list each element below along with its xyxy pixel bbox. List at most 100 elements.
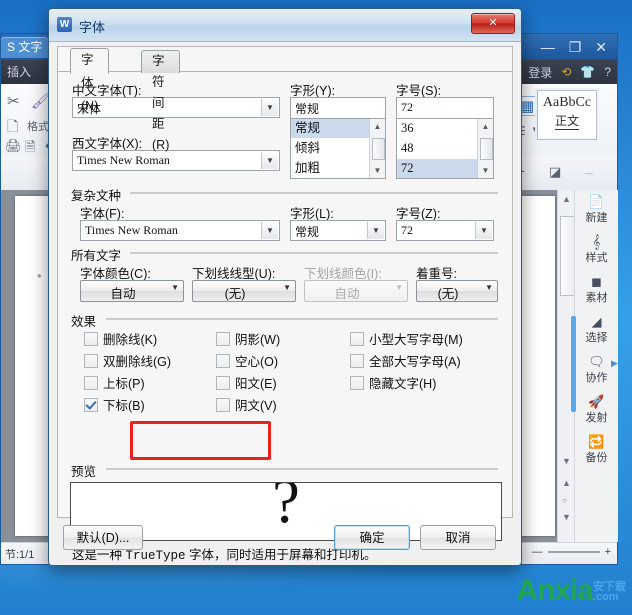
cut-icon[interactable]: ✂ bbox=[7, 92, 20, 110]
font-style-listbox[interactable]: 常规 倾斜 加粗 ▲ ▼ bbox=[290, 118, 386, 179]
zoom-out-icon[interactable]: — bbox=[532, 546, 543, 558]
checkbox-box[interactable] bbox=[216, 376, 230, 390]
scroll-up-icon[interactable]: ▲ bbox=[373, 122, 382, 131]
checkbox-label: 全部大写字母(A) bbox=[369, 355, 461, 369]
checkbox-subscript[interactable]: 下标(B) bbox=[84, 395, 145, 414]
list-item[interactable]: 36 bbox=[397, 119, 478, 138]
listbox-scrollbar[interactable]: ▲ ▼ bbox=[369, 119, 385, 178]
menu-item-insert[interactable]: 插入 bbox=[7, 63, 31, 81]
checkbox-hidden-text[interactable]: 隐藏文字(H) bbox=[350, 373, 436, 392]
tab-character-spacing[interactable]: 字符间距(R) bbox=[141, 50, 180, 73]
chevron-down-icon[interactable]: ▼ bbox=[475, 222, 492, 239]
scroll-down-icon[interactable]: ▼ bbox=[562, 456, 571, 466]
checkbox-box[interactable] bbox=[216, 332, 230, 346]
checkbox-superscript[interactable]: 上标(P) bbox=[84, 373, 145, 392]
scroll-down-icon[interactable]: ▼ bbox=[481, 166, 490, 175]
task-pane-item-select[interactable]: ◢ 选择 bbox=[575, 314, 618, 345]
checkbox-box[interactable] bbox=[84, 354, 98, 368]
task-pane-label: 样式 bbox=[586, 252, 608, 264]
scroll-up-icon[interactable]: ▲ bbox=[481, 122, 490, 131]
checkbox-emboss[interactable]: 阳文(E) bbox=[216, 373, 277, 392]
zoom-slider[interactable] bbox=[548, 551, 600, 553]
chevron-down-icon[interactable]: ▼ bbox=[261, 152, 278, 169]
next-page-icon[interactable]: ▼ bbox=[562, 512, 571, 522]
default-button[interactable]: 默认(D)... bbox=[63, 525, 143, 550]
task-pane-item-collaborate[interactable]: 🗨 协作 bbox=[575, 354, 618, 385]
font-size-listbox[interactable]: 36 48 72 ▲ ▼ bbox=[396, 118, 494, 179]
refresh-icon[interactable]: ⟲ bbox=[561, 65, 571, 79]
task-pane-item-new[interactable]: 📄 新建 bbox=[575, 194, 618, 225]
scroll-down-icon[interactable]: ▼ bbox=[373, 166, 382, 175]
zoom-in-icon[interactable]: + bbox=[605, 546, 611, 558]
checkbox-engrave[interactable]: 阴文(V) bbox=[216, 395, 277, 414]
cs-font-combo[interactable]: Times New Roman ▼ bbox=[80, 220, 280, 241]
checkbox-box[interactable] bbox=[84, 376, 98, 390]
emphasis-mark-combo[interactable]: (无) ▼ bbox=[416, 280, 498, 302]
list-item[interactable]: 72 bbox=[397, 159, 478, 178]
chevron-down-icon[interactable]: ▼ bbox=[261, 222, 278, 239]
checkbox-box[interactable] bbox=[216, 398, 230, 412]
select-browse-object-icon[interactable]: ○ bbox=[562, 496, 567, 505]
close-icon[interactable]: ✕ bbox=[595, 39, 607, 56]
underline-style-combo[interactable]: (无) ▼ bbox=[192, 280, 296, 302]
chevron-down-icon[interactable]: ▼ bbox=[171, 283, 179, 292]
checkbox-outline[interactable]: 空心(O) bbox=[216, 351, 278, 370]
checkbox-box[interactable] bbox=[216, 354, 230, 368]
scrollbar-thumb[interactable] bbox=[480, 138, 493, 160]
list-item[interactable]: 加粗 bbox=[291, 159, 370, 178]
cs-size-combo[interactable]: 72 ▼ bbox=[396, 220, 494, 241]
checkbox-small-caps[interactable]: 小型大写字母(M) bbox=[350, 329, 463, 348]
scrollbar-thumb[interactable] bbox=[560, 216, 575, 296]
task-pane-item-styles[interactable]: 𝄞 样式 bbox=[575, 234, 618, 265]
chinese-font-combo[interactable]: 宋体 ▼ bbox=[72, 97, 280, 118]
font-size-input[interactable]: 72 bbox=[396, 97, 494, 118]
launch-icon: 🚀 bbox=[575, 394, 618, 409]
styles-icon: 𝄞 bbox=[575, 234, 618, 249]
listbox-scrollbar[interactable]: ▲ ▼ bbox=[477, 119, 493, 178]
font-style-input[interactable]: 常规 bbox=[290, 97, 386, 118]
font-color-combo[interactable]: 自动 ▼ bbox=[80, 280, 184, 302]
checkbox-box[interactable] bbox=[350, 332, 364, 346]
ok-button[interactable]: 确定 bbox=[334, 525, 410, 550]
checkbox-shadow[interactable]: 阴影(W) bbox=[216, 329, 280, 348]
checkbox-strikethrough[interactable]: 删除线(K) bbox=[84, 329, 157, 348]
task-pane-item-materials[interactable]: ◼ 素材 bbox=[575, 274, 618, 305]
chevron-down-icon[interactable]: ▼ bbox=[367, 222, 384, 239]
chevron-down-icon[interactable]: ▼ bbox=[485, 283, 493, 292]
task-pane-item-launch[interactable]: 🚀 发射 bbox=[575, 394, 618, 425]
list-item[interactable]: 倾斜 bbox=[291, 139, 370, 158]
minimize-icon[interactable]: — bbox=[541, 39, 555, 55]
list-item[interactable]: 常规 bbox=[291, 119, 370, 138]
checkbox-double-strikethrough[interactable]: 双删除线(G) bbox=[84, 351, 171, 370]
checkbox-box[interactable] bbox=[84, 398, 98, 412]
scrollbar-thumb[interactable] bbox=[372, 138, 385, 160]
shape-icon[interactable]: ◪ bbox=[549, 164, 561, 180]
print-icon[interactable]: 🖨 bbox=[5, 138, 22, 154]
maximize-icon[interactable]: ❐ bbox=[569, 39, 582, 56]
cs-style-combo[interactable]: 常规 ▼ bbox=[290, 220, 386, 241]
copy-icon[interactable]: 🗋 bbox=[7, 116, 18, 140]
checkbox-box[interactable] bbox=[350, 376, 364, 390]
checkbox-all-caps[interactable]: 全部大写字母(A) bbox=[350, 351, 461, 370]
dialog-title-bar: W 字体 ✕ bbox=[49, 9, 521, 42]
checkbox-box[interactable] bbox=[350, 354, 364, 368]
checkbox-box[interactable] bbox=[84, 332, 98, 346]
dialog-close-button[interactable]: ✕ bbox=[471, 13, 515, 34]
style-gallery[interactable]: AaBbCc 正文 bbox=[537, 90, 597, 140]
chevron-down-icon[interactable]: ▼ bbox=[261, 99, 278, 116]
list-item[interactable]: 48 bbox=[397, 139, 478, 158]
task-pane-item-backup[interactable]: 🔁 备份 bbox=[575, 434, 618, 465]
zoom-control[interactable]: — + bbox=[532, 546, 611, 558]
tab-font[interactable]: 字体(N) bbox=[70, 48, 109, 74]
latin-font-combo[interactable]: Times New Roman ▼ bbox=[72, 150, 280, 171]
skin-icon[interactable]: 👕 bbox=[580, 65, 595, 79]
checkbox-label: 隐藏文字(H) bbox=[369, 377, 436, 391]
tabstrip-divider bbox=[58, 71, 512, 72]
wps-document-tab[interactable]: S 文字 bbox=[1, 37, 48, 58]
previous-page-icon[interactable]: ▲ bbox=[562, 478, 571, 488]
cancel-button[interactable]: 取消 bbox=[420, 525, 496, 550]
help-icon[interactable]: ? bbox=[604, 65, 611, 79]
login-label[interactable]: 登录 bbox=[528, 64, 552, 81]
chevron-down-icon[interactable]: ▼ bbox=[283, 283, 291, 292]
scroll-up-icon[interactable]: ▲ bbox=[562, 194, 571, 204]
